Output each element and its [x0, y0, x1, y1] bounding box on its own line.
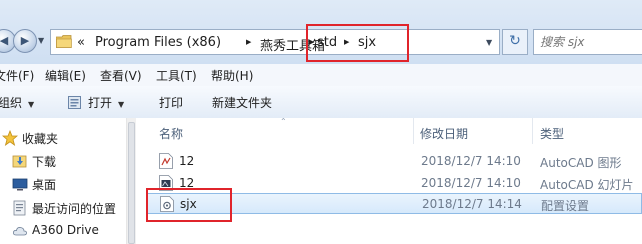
breadcrumb-separator-icon[interactable]: ▶ — [246, 38, 251, 46]
forward-button[interactable]: ▶ — [13, 29, 37, 53]
nav-item-desktop[interactable]: 桌面 — [0, 174, 126, 194]
breadcrumb-program-files[interactable]: Program Files (x86) — [95, 35, 221, 50]
nav-item-label: A360 Drive — [32, 223, 99, 237]
file-date-modified: 2018/12/7 14:10 — [421, 176, 521, 190]
nav-item-label: 桌面 — [32, 178, 57, 192]
nav-item-label: 最近访问的位置 — [32, 202, 117, 216]
column-divider[interactable] — [532, 118, 533, 144]
nav-item-recent-places[interactable]: 最近访问的位置 — [0, 198, 126, 218]
sort-ascending-icon: ⌃ — [280, 117, 287, 126]
menu-file[interactable]: 文件(F) — [0, 67, 34, 84]
ini-file-icon — [160, 196, 174, 212]
file-name: 12 — [179, 176, 195, 190]
scrollbar-thumb[interactable] — [128, 122, 135, 244]
chevron-down-icon: ▼ — [118, 100, 125, 109]
column-header-date-modified[interactable]: 修改日期 — [420, 125, 468, 142]
navigation-pane: 收藏夹 下载 桌面 最近访问的位置 A360 Drive — [0, 118, 126, 244]
file-date-modified: 2018/12/7 14:10 — [421, 154, 521, 168]
column-header-type[interactable]: 类型 — [540, 125, 564, 142]
file-date-modified: 2018/12/7 14:14 — [422, 197, 522, 211]
command-toolbar: 组织 ▼ 打开 ▼ 打印 新建文件夹 — [0, 86, 642, 119]
download-folder-icon — [12, 155, 27, 168]
column-header-row: ⌃ 名称 修改日期 类型 — [136, 117, 642, 144]
menu-view[interactable]: 查看(V) — [100, 67, 142, 84]
address-bar-row: ◀ ▶ ▼ « Program Files (x86) ▶ 燕秀工具箱 ▶ st… — [0, 0, 642, 64]
folder-icon — [56, 35, 72, 48]
menu-bar: 文件(F) 编辑(E) 查看(V) 工具(T) 帮助(H) — [0, 64, 642, 87]
search-input[interactable] — [540, 34, 635, 50]
desktop-icon — [12, 178, 28, 191]
recent-pages-dropdown-icon[interactable]: ▼ — [38, 36, 44, 45]
address-box[interactable]: « Program Files (x86) ▶ 燕秀工具箱 ▶ std ▶ sj… — [50, 29, 500, 55]
file-name: 12 — [179, 154, 195, 168]
file-row-selected[interactable]: sjx 2018/12/7 14:14 配置设置 — [146, 193, 642, 214]
breadcrumb-yanxiu-toolbox[interactable]: 燕秀工具箱 — [260, 35, 325, 54]
navigation-pane-scrollbar[interactable] — [126, 118, 136, 244]
file-type: AutoCAD 图形 — [540, 156, 622, 170]
nav-item-downloads[interactable]: 下载 — [0, 151, 126, 171]
file-name: sjx — [180, 197, 197, 211]
search-box[interactable] — [533, 29, 642, 55]
open-button[interactable]: 打开 ▼ — [68, 94, 124, 111]
file-row[interactable]: 12 2018/12/7 14:10 AutoCAD 图形 — [146, 151, 642, 172]
sld-file-icon — [159, 175, 173, 191]
refresh-icon: ↻ — [509, 33, 521, 49]
new-folder-button[interactable]: 新建文件夹 — [212, 94, 272, 111]
file-list-pane: ⌃ 名称 修改日期 类型 12 2018/12/7 14:10 AutoCAD … — [136, 117, 642, 244]
column-header-name[interactable]: 名称 — [159, 125, 183, 142]
nav-item-label: 下载 — [32, 155, 57, 169]
breadcrumb-std[interactable]: std — [317, 35, 337, 50]
menu-edit[interactable]: 编辑(E) — [45, 67, 86, 84]
file-type: AutoCAD 幻灯片 — [540, 178, 634, 192]
dwg-file-icon — [159, 153, 173, 169]
organize-label: 组织 — [0, 96, 23, 110]
nav-item-a360-drive[interactable]: A360 Drive — [0, 221, 126, 241]
star-icon — [2, 130, 18, 146]
file-type: 配置设置 — [541, 199, 590, 213]
organize-button[interactable]: 组织 ▼ — [0, 94, 34, 111]
menu-tools[interactable]: 工具(T) — [156, 67, 197, 84]
chevron-down-icon: ▼ — [28, 100, 35, 109]
column-divider[interactable] — [413, 118, 414, 144]
open-file-icon — [68, 96, 81, 109]
cloud-drive-icon — [13, 227, 27, 236]
open-label: 打开 — [88, 96, 113, 110]
refresh-button[interactable]: ↻ — [502, 29, 528, 55]
breadcrumb-separator-icon[interactable]: ▶ — [344, 38, 349, 46]
breadcrumb-overflow[interactable]: « — [77, 35, 85, 50]
address-history-dropdown-icon[interactable]: ▼ — [486, 38, 492, 47]
print-button[interactable]: 打印 — [159, 94, 183, 111]
breadcrumb-sjx[interactable]: sjx — [358, 35, 376, 50]
breadcrumb-separator-icon[interactable]: ▶ — [309, 38, 314, 46]
menu-help[interactable]: 帮助(H) — [211, 67, 253, 84]
file-row[interactable]: 12 2018/12/7 14:10 AutoCAD 幻灯片 — [146, 173, 642, 194]
nav-item-favorites[interactable]: 收藏夹 — [0, 128, 126, 148]
nav-item-label: 收藏夹 — [22, 132, 59, 146]
recent-places-icon — [13, 200, 26, 216]
